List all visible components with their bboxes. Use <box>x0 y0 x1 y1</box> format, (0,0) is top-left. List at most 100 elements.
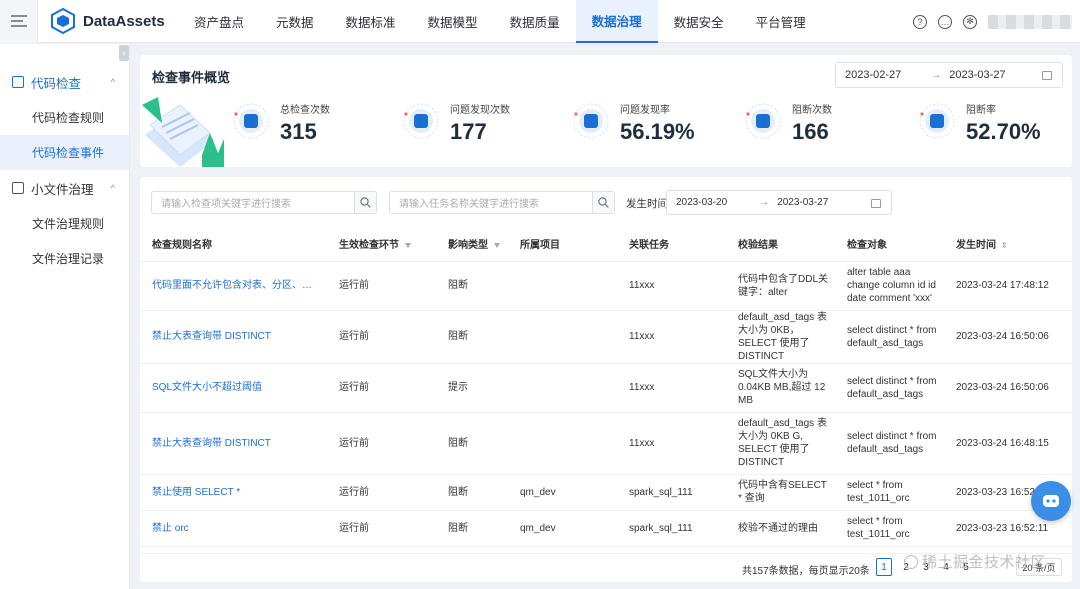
cell-stage: 运行前 <box>327 261 436 311</box>
floating-help-button[interactable] <box>1031 481 1071 521</box>
stat-body: 阻断次数 166 <box>792 97 832 145</box>
column-header: 生效检查环节 <box>327 227 436 262</box>
cell-time: 2023-03-24 16:50:06 <box>944 363 1072 413</box>
cell-impact: 阻断 <box>436 310 508 364</box>
range-start: 2023-02-27 <box>845 69 902 81</box>
sidebar-collapse-button[interactable]: ‹ <box>119 45 129 61</box>
table-row[interactable]: 禁止大表查询带 DISTINCT 运行前 阻断 11xxx default_asd_ta… <box>140 310 1072 364</box>
cell-rule-text[interactable]: 禁止使用 SELECT * <box>152 486 321 499</box>
range-end: 2023-03-27 <box>949 69 1006 81</box>
filter-icon[interactable] <box>405 243 411 249</box>
group-icon <box>12 76 24 88</box>
cell-rule-text[interactable]: 禁止大表查询带 DISTINCT <box>152 330 321 343</box>
page-button[interactable]: 1 <box>876 558 892 576</box>
nav-item[interactable]: 平台管理 <box>740 0 822 43</box>
chat-bot-icon <box>1043 495 1059 507</box>
events-table: 检查规则名称 生效检查环节 影响类型 所属项目 关联任务 校验结果 检查对象 发生时间 ⇕ 代码… <box>140 227 1072 547</box>
chevron-up-icon: ^ <box>110 183 115 193</box>
table-row[interactable]: SQL文件大小不超过阈值 运行前 提示 11xxx SQL文件大小为 0.04KB MB… <box>140 363 1072 413</box>
cell-rule-text[interactable]: 禁止大表查询带 DISTINCT <box>152 437 321 450</box>
stat-0: 总检查次数 315 <box>232 97 330 157</box>
menu-toggle-button[interactable] <box>0 0 38 43</box>
cell-rule[interactable]: 禁止大表查询带 DISTINCT <box>140 310 327 364</box>
stat-1: 问题发现次数 177 <box>402 97 510 157</box>
cell-object-text: select * from test_1011_orc <box>847 480 910 504</box>
cell-object: select distinct * from default_asd_tags <box>835 412 944 475</box>
cell-rule[interactable]: 禁止使用 SELECT * <box>140 474 327 511</box>
cell-task: 11xxx <box>617 412 726 475</box>
cell-impact-text: 阻断 <box>448 331 468 342</box>
column-header-label: 检查规则名称 <box>152 240 212 252</box>
cell-result: default_asd_tags 表大小为 0KB，SELECT 使用了 DIS… <box>726 310 835 364</box>
column-header: 发生时间 ⇕ <box>944 227 1072 262</box>
cell-task-text: 11xxx <box>629 382 655 393</box>
cell-task-text: 11xxx <box>629 437 655 449</box>
sidebar-group[interactable]: 代码检查 ^ <box>0 64 129 100</box>
user-avatar[interactable] <box>988 14 1072 29</box>
rule-search-input[interactable]: 请输入检查项关键字进行搜索 <box>152 195 354 210</box>
cell-impact: 提示 <box>436 363 508 413</box>
sidebar-item[interactable]: 代码检查事件 <box>0 135 129 170</box>
task-search[interactable]: 请输入任务名称关键字进行搜索 <box>389 191 615 214</box>
sidebar-group-label: 小文件治理 <box>31 182 94 197</box>
sort-icon[interactable]: ⇕ <box>1001 241 1008 250</box>
cell-rule[interactable]: 代码里面不允许包含对表、分区、列的D... <box>140 261 327 311</box>
cell-rule[interactable]: 禁止大表查询带 DISTINCT <box>140 412 327 475</box>
cell-impact: 阻断 <box>436 261 508 311</box>
range-arrow-icon: → <box>931 69 942 81</box>
sidebar-group[interactable]: 小文件治理 ^ <box>0 170 129 206</box>
column-header-label: 所属项目 <box>520 240 560 252</box>
table-row[interactable]: 禁止使用 SELECT * 运行前 阻断 qm_dev spark_sql_111 代码中… <box>140 474 1072 511</box>
hamburger-icon <box>10 15 27 27</box>
nav-item[interactable]: 数据治理 <box>575 0 658 43</box>
cell-result: 代码中包含了DDL关键字：alter <box>726 261 835 311</box>
nav-item[interactable]: 元数据 <box>260 0 330 43</box>
sidebar-item[interactable]: 代码检查规则 <box>0 100 129 135</box>
help-icon[interactable]: ? <box>913 14 927 29</box>
cell-project <box>508 261 617 311</box>
filter-icon[interactable] <box>494 243 500 249</box>
sidebar-item[interactable]: 文件治理记录 <box>0 241 129 276</box>
cell-result-text: SQL文件大小为 0.04KB MB,超过 12 MB <box>738 369 826 406</box>
cell-rule[interactable]: 禁止 orc <box>140 510 327 547</box>
cell-rule-text[interactable]: 禁止 orc <box>152 522 321 535</box>
task-search-button[interactable] <box>592 192 614 213</box>
cell-result-text: 代码中包含了DDL关键字：alter <box>738 273 829 298</box>
brand[interactable]: DataAssets <box>50 8 178 34</box>
column-header: 检查对象 <box>835 227 944 262</box>
search-icon <box>360 197 371 208</box>
search-icon <box>598 197 609 208</box>
cell-result-text: 代码中含有SELECT * 查询 <box>738 480 827 504</box>
table-row[interactable]: 代码里面不允许包含对表、分区、列的D... 运行前 阻断 11xxx 代码中包含了DDL… <box>140 261 1072 311</box>
cell-impact-text: 阻断 <box>448 486 468 498</box>
nav-item[interactable]: 数据标准 <box>330 0 412 43</box>
rule-search[interactable]: 请输入检查项关键字进行搜索 <box>151 191 377 214</box>
cell-time-text: 2023-03-23 16:52:11 <box>956 522 1049 534</box>
cell-impact-text: 提示 <box>448 382 468 393</box>
prev-page-icon[interactable]: ‹ <box>862 560 866 572</box>
table-row[interactable]: 禁止 orc 运行前 阻断 qm_dev spark_sql_111 校验不通过的理由 se… <box>140 510 1072 547</box>
table-row[interactable]: 禁止大表查询带 DISTINCT 运行前 阻断 11xxx default_asd_ta… <box>140 412 1072 475</box>
cell-object-text: select distinct * from default_asd_tags <box>847 324 937 349</box>
nav-item[interactable]: 数据质量 <box>494 0 576 43</box>
overview-date-range[interactable]: 2023-02-27 → 2023-03-27 <box>835 62 1063 88</box>
cell-rule[interactable]: SQL文件大小不超过阈值 <box>140 363 327 413</box>
column-header-label: 校验结果 <box>738 240 778 252</box>
nav-item[interactable]: 数据安全 <box>658 0 740 43</box>
stat-3: 阻断次数 166 <box>744 97 832 157</box>
cell-task-text: 11xxx <box>629 280 655 291</box>
column-header-label: 生效检查环节 <box>339 240 399 252</box>
pagination-total: 共157条数据，每页显示20条 <box>742 566 870 577</box>
message-icon[interactable]: … <box>938 14 952 29</box>
nav-item[interactable]: 资产盘点 <box>178 0 260 43</box>
settings-icon[interactable]: ✻ <box>963 14 977 29</box>
sidebar-item[interactable]: 文件治理规则 <box>0 206 129 241</box>
date-filter-range[interactable]: 2023-03-20 → 2023-03-27 <box>666 190 892 215</box>
task-search-input[interactable]: 请输入任务名称关键字进行搜索 <box>390 195 592 210</box>
stat-body: 阻断率 52.70% <box>966 97 1041 145</box>
cell-rule-text[interactable]: 代码里面不允许包含对表、分区、列的D... <box>152 279 321 292</box>
rule-search-button[interactable] <box>354 192 376 213</box>
cell-task-text: 11xxx <box>629 331 655 342</box>
nav-item[interactable]: 数据模型 <box>412 0 494 43</box>
cell-rule-text[interactable]: SQL文件大小不超过阈值 <box>152 381 321 394</box>
